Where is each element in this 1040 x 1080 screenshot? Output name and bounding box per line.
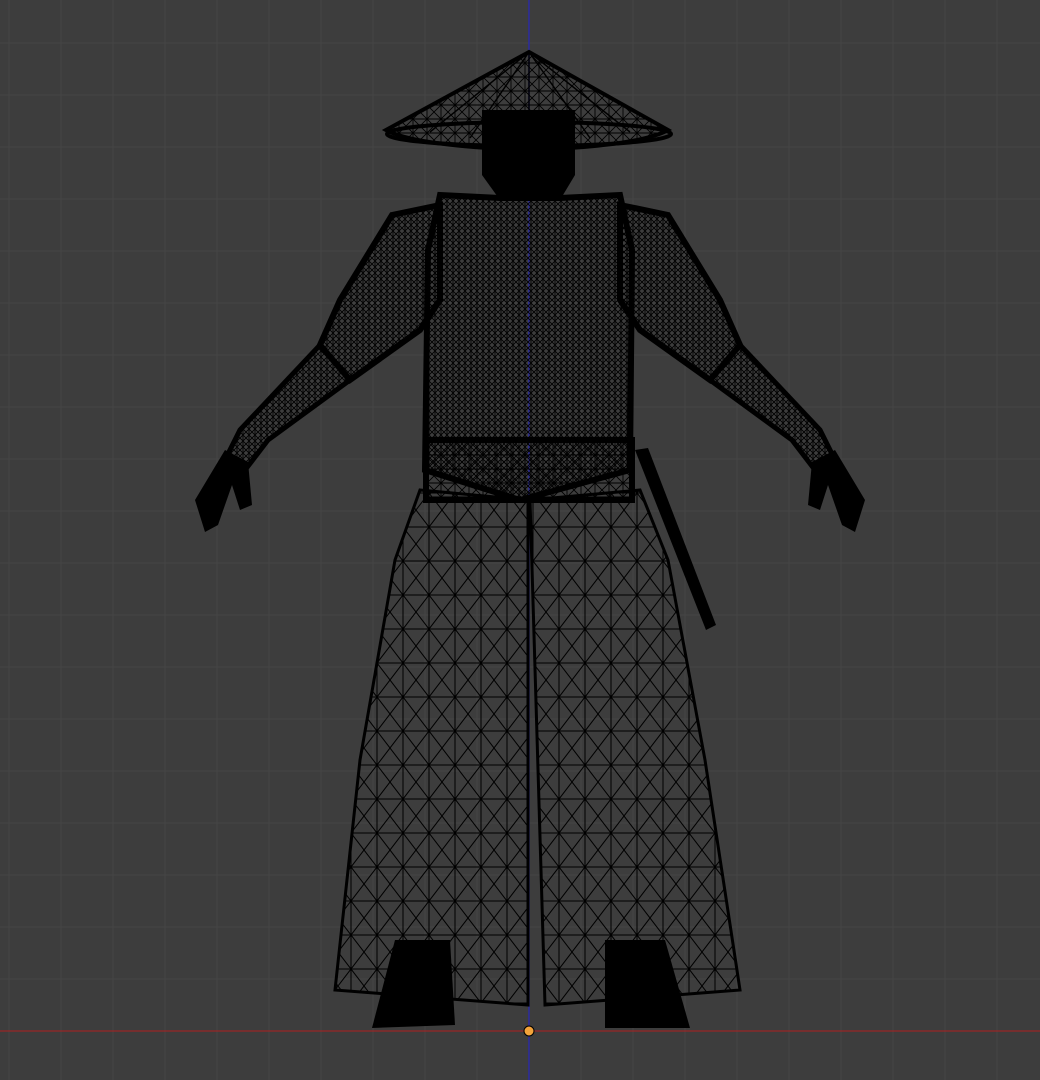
head-mesh: [482, 110, 575, 200]
right-pant-leg-mesh: [528, 488, 742, 1007]
object-origin-icon[interactable]: [523, 1025, 535, 1037]
belt-mesh: [423, 437, 635, 503]
right-arm-mesh: [617, 201, 744, 385]
left-pant-leg-mesh: [333, 488, 530, 1007]
3d-viewport[interactable]: [0, 0, 1040, 1080]
character-wireframe-mesh[interactable]: [195, 49, 865, 1028]
left-hand-mesh: [195, 450, 252, 532]
right-hand-mesh: [808, 450, 865, 532]
viewport-canvas[interactable]: [0, 0, 1040, 1080]
left-arm-mesh: [316, 201, 443, 385]
